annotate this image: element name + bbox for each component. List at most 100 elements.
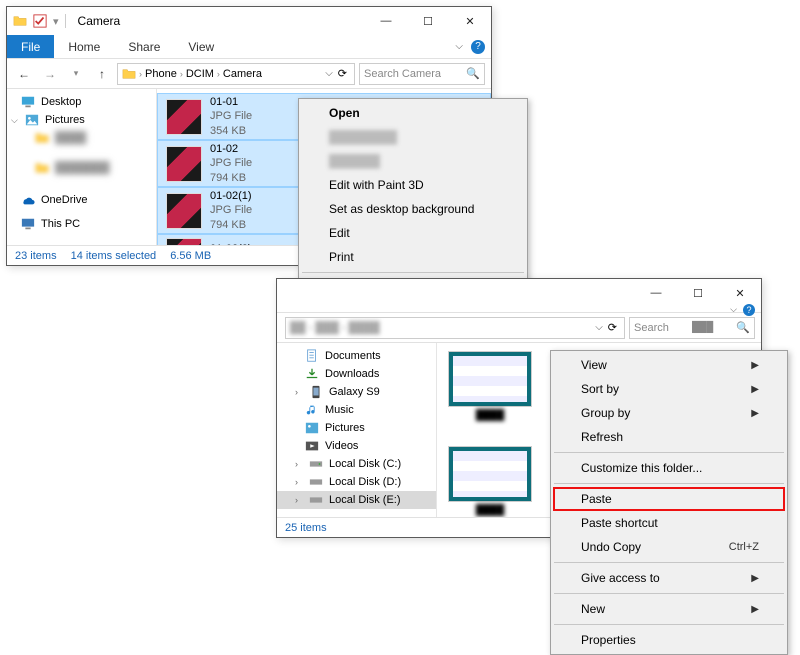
quick-access-toolbar: ▾ [13, 14, 66, 28]
maximize-button[interactable]: ☐ [407, 7, 449, 35]
refresh-button[interactable]: ⟳ [335, 67, 350, 80]
breadcrumb[interactable]: DCIM [186, 68, 214, 80]
menu-customize-folder[interactable]: Customize this folder... [553, 456, 785, 480]
up-button[interactable]: ↑ [91, 63, 113, 85]
file-item-blurred[interactable]: ████ [445, 446, 535, 517]
file-name: 01-02(1) [210, 189, 252, 203]
breadcrumb[interactable]: Camera [223, 68, 262, 80]
chevron-down-icon[interactable]: ⌵ [11, 115, 19, 126]
forward-button[interactable]: → [39, 63, 61, 85]
tab-file[interactable]: File [7, 35, 54, 58]
search-icon[interactable]: 🔍 [466, 67, 480, 80]
tab-view[interactable]: View [174, 35, 228, 58]
videos-icon [305, 439, 319, 453]
menu-paste[interactable]: Paste [553, 487, 785, 511]
menu-view[interactable]: View▶ [553, 353, 785, 377]
nav-downloads[interactable]: Downloads [277, 365, 436, 383]
nav-videos[interactable]: Videos [277, 437, 436, 455]
recent-locations-button[interactable]: ▾ [65, 63, 87, 85]
refresh-button[interactable]: ⟳ [605, 321, 620, 334]
submenu-arrow-icon: ▶ [751, 408, 759, 419]
menu-edit-paint3d[interactable]: Edit with Paint 3D [301, 173, 525, 197]
menu-refresh[interactable]: Refresh [553, 425, 785, 449]
chevron-right-icon[interactable]: › [295, 477, 303, 487]
chevron-right-icon[interactable]: › [139, 69, 142, 79]
nav-local-disk-d[interactable]: › Local Disk (D:) [277, 473, 436, 491]
nav-label: Music [325, 404, 354, 416]
item-count: 23 items [15, 250, 57, 262]
menu-sort-by[interactable]: Sort by▶ [553, 377, 785, 401]
address-bar[interactable]: ██ › ███ › ████ ⌵ ⟳ [285, 317, 625, 339]
nav-onedrive[interactable]: OneDrive [7, 191, 156, 209]
help-icon[interactable]: ? [471, 40, 485, 54]
minimize-button[interactable]: — [365, 7, 407, 35]
maximize-button[interactable]: ☐ [677, 279, 719, 307]
close-button[interactable]: ✕ [449, 7, 491, 35]
nav-pictures[interactable]: Pictures [277, 419, 436, 437]
qat-separator [65, 14, 66, 28]
breadcrumb[interactable]: Phone [145, 68, 177, 80]
menu-properties[interactable]: Properties [553, 628, 785, 652]
tab-share[interactable]: Share [114, 35, 174, 58]
file-size: 794 KB [210, 171, 252, 185]
menu-undo-copy[interactable]: Undo CopyCtrl+Z [553, 535, 785, 559]
titlebar[interactable]: — ☐ ✕ [277, 279, 761, 307]
menu-item-blurred[interactable]: ████████ [301, 125, 525, 149]
address-dropdown-icon[interactable]: ⌵ [595, 322, 603, 333]
minimize-button[interactable]: — [635, 279, 677, 307]
search-term-blurred: ███ [692, 322, 713, 333]
navigation-pane[interactable]: Documents Downloads › Galaxy S9 Music Pi… [277, 343, 437, 517]
navigation-pane[interactable]: Desktop ⌵ Pictures ████ ███████ OneDrive [7, 89, 157, 245]
file-name: 01-02 [210, 142, 252, 156]
search-box[interactable]: Search Camera 🔍 [359, 63, 485, 85]
close-button[interactable]: ✕ [719, 279, 761, 307]
window-title: Camera [78, 14, 121, 28]
back-button[interactable]: ← [13, 63, 35, 85]
file-name: 01-02(2) [210, 242, 252, 245]
submenu-arrow-icon: ▶ [751, 360, 759, 371]
help-icon[interactable]: ? [743, 304, 755, 316]
chevron-right-icon[interactable]: › [217, 69, 220, 79]
nav-item-blurred[interactable]: ███████ [7, 159, 156, 177]
tab-home[interactable]: Home [54, 35, 114, 58]
nav-galaxy-s9[interactable]: › Galaxy S9 [277, 383, 436, 401]
selection-size: 6.56 MB [170, 250, 211, 262]
file-item-blurred[interactable]: ████ [445, 351, 535, 434]
menu-give-access-to[interactable]: Give access to▶ [553, 566, 785, 590]
chevron-right-icon[interactable]: › [295, 459, 303, 469]
menu-new[interactable]: New▶ [553, 597, 785, 621]
nav-documents[interactable]: Documents [277, 347, 436, 365]
ribbon-expand-icon[interactable]: ⌵ [455, 41, 463, 52]
nav-label: Pictures [325, 422, 365, 434]
address-dropdown-icon[interactable]: ⌵ [325, 68, 333, 79]
chevron-right-icon[interactable]: › [295, 387, 303, 397]
menu-group-by[interactable]: Group by▶ [553, 401, 785, 425]
qat-divider-icon: ▾ [53, 15, 59, 28]
nav-local-disk-c[interactable]: › Local Disk (C:) [277, 455, 436, 473]
nav-local-disk-e[interactable]: › Local Disk (E:) [277, 491, 436, 509]
properties-check-icon[interactable] [33, 14, 47, 28]
window-controls: — ☐ ✕ [365, 7, 491, 35]
onedrive-icon [21, 193, 35, 207]
address-bar[interactable]: › Phone › DCIM › Camera ⌵ ⟳ [117, 63, 355, 85]
menu-item-blurred[interactable]: ██████ [301, 149, 525, 173]
menu-open[interactable]: Open [301, 101, 525, 125]
menu-paste-shortcut[interactable]: Paste shortcut [553, 511, 785, 535]
search-box[interactable]: Search ███ 🔍 [629, 317, 755, 339]
file-type: JPG File [210, 109, 252, 123]
nav-item-blurred[interactable]: ████ [7, 129, 156, 147]
search-icon[interactable]: 🔍 [736, 321, 750, 334]
ribbon-expand-icon[interactable]: ⌵ [730, 304, 737, 315]
nav-label: Local Disk (E:) [329, 494, 401, 506]
chevron-right-icon[interactable]: › [295, 495, 303, 505]
nav-pictures[interactable]: ⌵ Pictures [7, 111, 156, 129]
nav-this-pc[interactable]: This PC [7, 215, 156, 233]
menu-print[interactable]: Print [301, 245, 525, 269]
nav-music[interactable]: Music [277, 401, 436, 419]
file-thumbnail [166, 193, 202, 229]
titlebar[interactable]: ▾ Camera — ☐ ✕ [7, 7, 491, 35]
menu-set-desktop-bg[interactable]: Set as desktop background [301, 197, 525, 221]
nav-desktop[interactable]: Desktop [7, 93, 156, 111]
chevron-right-icon[interactable]: › [180, 69, 183, 79]
menu-edit[interactable]: Edit [301, 221, 525, 245]
